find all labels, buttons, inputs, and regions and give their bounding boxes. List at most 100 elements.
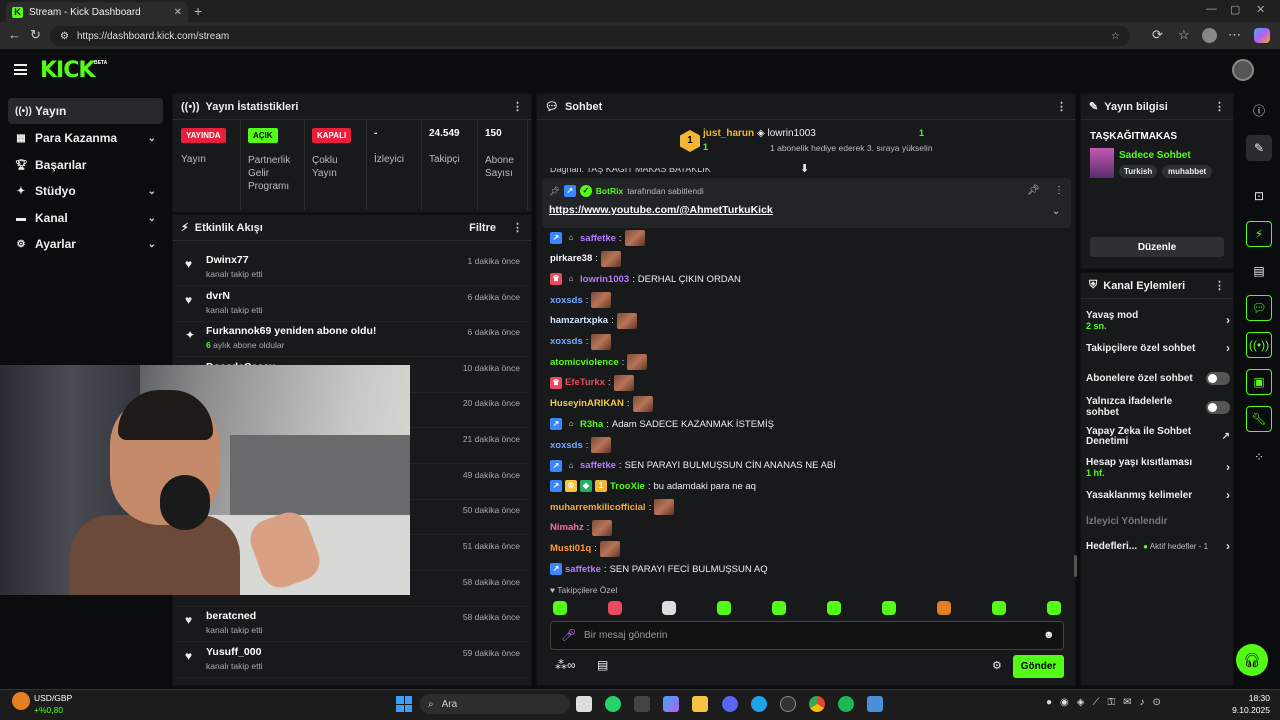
gift-user-name[interactable]: ◈ lowrin1003 — [757, 128, 816, 139]
new-tab-icon[interactable]: + — [194, 3, 202, 19]
goals-row[interactable]: Hedefleri... ● Aktif hedefler - 1 › — [1086, 539, 1230, 553]
sidebar-item-basarilar[interactable]: 🏆︎ Başarılar — [8, 152, 163, 178]
chat-username[interactable]: hamzartxpka — [550, 315, 608, 326]
obs-icon[interactable] — [780, 696, 796, 712]
profile-icon[interactable] — [1202, 28, 1217, 43]
sidebar-item-studyo[interactable]: ✦ Stüdyo ⌄ — [8, 178, 163, 204]
quick-emote[interactable] — [608, 601, 622, 615]
integrations-icon[interactable]: ⁘ — [1246, 444, 1272, 470]
back-icon[interactable]: ← — [8, 27, 21, 42]
microphone-icon[interactable]: 🎤︎ — [561, 628, 576, 642]
chat-username[interactable]: atomicviolence — [550, 357, 619, 368]
chat-scrollbar[interactable] — [1074, 555, 1077, 577]
quick-emote[interactable] — [827, 601, 841, 615]
document-icon[interactable]: ▤ — [1246, 258, 1272, 284]
menu-hamburger-icon[interactable] — [14, 64, 27, 75]
tools-icon[interactable]: 🔧︎ — [1246, 406, 1272, 432]
followers-chat-row[interactable]: Takipçilere özel sohbet › — [1086, 341, 1230, 355]
user-avatar[interactable] — [1232, 59, 1254, 81]
chat-settings-icon[interactable]: ⚙ — [992, 659, 1002, 672]
minimize-icon[interactable]: — — [1206, 3, 1217, 15]
banned-words-row[interactable]: Yasaklanmış kelimeler › — [1086, 488, 1230, 502]
more-options-icon[interactable]: ⋮ — [1214, 279, 1225, 292]
close-tab-icon[interactable]: ✕ — [174, 7, 182, 18]
chat-input[interactable]: 🎤︎ Bir mesaj gönderin ☻ — [550, 621, 1064, 650]
favorite-star-icon[interactable]: ☆ — [1111, 31, 1120, 42]
quick-emote[interactable] — [717, 601, 731, 615]
stock-widget-icon[interactable] — [12, 692, 30, 710]
pinned-link[interactable]: https://www.youtube.com/@AhmetTurkuKick — [549, 204, 773, 216]
send-button[interactable]: Gönder — [1013, 655, 1064, 678]
chat-username[interactable]: saffetke — [580, 233, 616, 244]
emoji-icon[interactable]: ☻ — [1043, 629, 1055, 641]
quick-emote[interactable] — [772, 601, 786, 615]
broadcast-signal-icon[interactable]: ((•)) — [1246, 332, 1272, 358]
file-explorer-icon[interactable] — [692, 696, 708, 712]
more-options-icon[interactable]: ⋮ — [1056, 100, 1067, 113]
system-tray-icons[interactable]: ●◉◈⟋⚿✉♪⊙ — [1046, 697, 1169, 708]
chat-username[interactable]: saffetke — [580, 460, 616, 471]
pinned-more-icon[interactable]: ⋮ — [1054, 185, 1064, 196]
chat-username[interactable]: saffetke — [565, 564, 601, 575]
copilot-icon[interactable] — [1254, 28, 1270, 43]
edit-pencil-icon[interactable]: ✎ — [1246, 135, 1272, 161]
sidebar-item-para-kazanma[interactable]: ▦ Para Kazanma ⌄ — [8, 125, 163, 151]
chat-username[interactable]: HuseyinARIKAN — [550, 398, 624, 409]
more-options-icon[interactable]: ⋮ — [512, 100, 523, 113]
refresh-icon[interactable]: ↻ — [30, 27, 41, 43]
stream-manager-icon[interactable]: ▣ — [1246, 369, 1272, 395]
store-taskbar-icon[interactable] — [634, 696, 650, 712]
windows-start-icon[interactable] — [396, 696, 412, 712]
extensions-icon[interactable]: ⟳ — [1152, 27, 1163, 43]
chat-username[interactable]: lowrin1003 — [580, 274, 629, 285]
maximize-icon[interactable]: ▢ — [1230, 3, 1240, 16]
quick-emote[interactable] — [882, 601, 896, 615]
app-taskbar-icon[interactable] — [867, 696, 883, 712]
task-view-icon[interactable] — [576, 696, 592, 712]
chat-username[interactable]: xoxsds — [550, 336, 583, 347]
pinned-by[interactable]: BotRix — [596, 186, 623, 196]
expand-chevron-icon[interactable]: ⌄ — [1052, 206, 1060, 217]
quick-emote[interactable] — [937, 601, 951, 615]
spotify-icon[interactable] — [838, 696, 854, 712]
slow-mode-row[interactable]: Yavaş mod 2 sn. › — [1086, 308, 1230, 332]
top-gifter-name[interactable]: just_harun — [703, 128, 754, 139]
sidebar-item-ayarlar[interactable]: ⚙ Ayarlar ⌄ — [8, 231, 163, 257]
taskbar-search[interactable]: ⌕ Ara — [420, 694, 570, 714]
filter-button[interactable]: Filtre — [469, 222, 496, 234]
chrome-icon[interactable] — [809, 696, 825, 712]
discord-icon[interactable] — [722, 696, 738, 712]
chat-bubble-icon[interactable]: 💬︎ — [1246, 295, 1272, 321]
chat-username[interactable]: R3ha — [580, 419, 603, 430]
emotes-only-toggle[interactable] — [1206, 400, 1230, 414]
whatsapp-icon[interactable] — [605, 696, 621, 712]
chat-username[interactable]: Nimahz — [550, 522, 584, 533]
subs-chat-toggle[interactable] — [1206, 371, 1230, 385]
store-icon[interactable]: ▤ — [597, 658, 608, 672]
browser-tab[interactable]: K Stream - Kick Dashboard ✕ — [6, 2, 188, 22]
edge-icon[interactable] — [751, 696, 767, 712]
category-name[interactable]: Sadece Sohbet — [1119, 150, 1191, 161]
kicks-icon[interactable]: ⁂∞ — [555, 658, 576, 672]
quick-emote[interactable] — [662, 601, 676, 615]
chat-username[interactable]: xoxsds — [550, 295, 583, 306]
sidebar-item-yayin[interactable]: ((•)) Yayın — [8, 98, 163, 124]
ai-moderation-row[interactable]: Yapay Zeka ile Sohbet Denetimi ↗ — [1086, 426, 1230, 448]
sidebar-item-kanal[interactable]: ▬ Kanal ⌄ — [8, 205, 163, 231]
account-age-row[interactable]: Hesap yaşı kısıtlaması 1 hf. › — [1086, 455, 1230, 479]
url-field[interactable]: ⚙ https://dashboard.kick.com/stream ☆ — [50, 26, 1130, 46]
support-headset-icon[interactable]: 🎧︎ — [1236, 644, 1268, 676]
more-options-icon[interactable]: ⋮ — [1214, 100, 1225, 113]
quick-emote[interactable] — [1047, 601, 1061, 615]
more-options-icon[interactable]: ⋮ — [512, 221, 523, 234]
lightning-icon[interactable]: ⚡︎ — [1246, 221, 1272, 247]
copilot-taskbar-icon[interactable] — [663, 696, 679, 712]
collapse-arrow-icon[interactable]: ⬇︎ — [800, 162, 809, 175]
close-window-icon[interactable]: ✕ — [1256, 3, 1265, 16]
quick-emote[interactable] — [553, 601, 567, 615]
more-menu-icon[interactable]: ⋯ — [1228, 27, 1241, 43]
edit-button[interactable]: Düzenle — [1090, 237, 1224, 257]
site-info-icon[interactable]: ⚙ — [60, 31, 69, 42]
chat-username[interactable]: Musti01q — [550, 543, 591, 554]
unpin-icon[interactable]: 📌︎ — [1027, 185, 1040, 196]
